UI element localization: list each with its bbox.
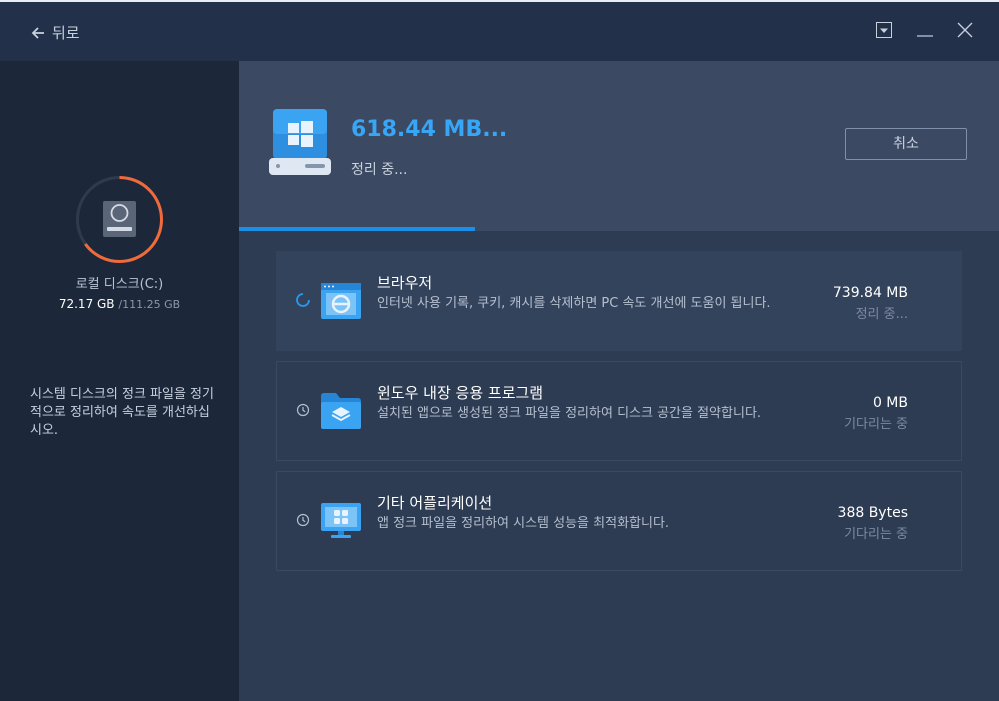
item-status: 기다리는 중: [844, 527, 908, 542]
back-button[interactable]: 뒤로: [30, 22, 80, 43]
cleanup-item-windows-apps: 윈도우 내장 응용 프로그램 설치된 앱으로 생성된 정크 파일을 정리하여 디…: [276, 361, 962, 461]
item-title: 브라우저: [377, 274, 433, 292]
item-size: 739.84 MB: [832, 285, 908, 301]
browser-icon: [321, 283, 361, 323]
item-size: 388 Bytes: [837, 505, 908, 521]
disk-capacity: 72.17 GB /111.25 GB: [0, 297, 239, 311]
disk-total: /111.25 GB: [118, 298, 181, 311]
progress-bar: [239, 227, 999, 231]
disk-name: 로컬 디스크(C:): [75, 277, 164, 292]
windows-apps-folder-icon: [321, 393, 361, 433]
sidebar: 로컬 디스크(C:) 72.17 GB /111.25 GB 시스템 디스크의 …: [0, 61, 239, 701]
item-title: 윈도우 내장 응용 프로그램: [377, 384, 544, 402]
hard-disk-icon: [103, 201, 136, 237]
cleaned-size: 618.44 MB...: [351, 117, 508, 142]
cleaning-header: 618.44 MB... 정리 중... 취소: [239, 61, 999, 231]
main-panel: 618.44 MB... 정리 중... 취소 브라우저 인터넷 사용 기록, …: [239, 61, 999, 701]
sidebar-description: 시스템 디스크의 정크 파일을 정기적으로 정리하여 속도를 개선하십시오.: [30, 387, 214, 438]
item-description: 인터넷 사용 기록, 쿠키, 캐시를 삭제하면 PC 속도 개선에 도움이 됩니…: [377, 296, 771, 311]
close-icon: [957, 22, 973, 38]
item-title: 기타 어플리케이션: [377, 494, 493, 512]
title-bar: 뒤로: [0, 2, 999, 61]
minimize-icon: [917, 35, 933, 37]
disk-used: 72.17 GB: [58, 297, 115, 311]
loading-spinner-icon: [296, 292, 310, 307]
clock-icon: [296, 402, 310, 417]
dropdown-box-icon: [876, 22, 892, 38]
back-label: 뒤로: [52, 24, 80, 42]
item-description: 설치된 앱으로 생성된 정크 파일을 정리하여 디스크 공간을 절약합니다.: [377, 406, 762, 421]
cleaning-status: 정리 중...: [351, 162, 408, 178]
item-size: 0 MB: [872, 395, 908, 411]
item-status: 기다리는 중: [844, 417, 908, 432]
item-description: 앱 정크 파일을 정리하여 시스템 성능을 최적화합니다.: [377, 516, 670, 531]
cleanup-item-browser: 브라우저 인터넷 사용 기록, 쿠키, 캐시를 삭제하면 PC 속도 개선에 도…: [276, 251, 962, 351]
other-apps-icon: [321, 503, 361, 543]
arrow-left-icon: [31, 26, 44, 39]
disk-usage-ring: [75, 175, 164, 264]
close-button[interactable]: [957, 22, 973, 38]
cleanup-item-other-apps: 기타 어플리케이션 앱 정크 파일을 정리하여 시스템 성능을 최적화합니다. …: [276, 471, 962, 571]
cancel-button[interactable]: 취소: [845, 128, 967, 160]
clock-icon: [296, 512, 310, 527]
progress-fill: [239, 227, 475, 231]
item-status: 정리 중...: [855, 307, 908, 322]
windows-drive-icon: [269, 109, 331, 181]
menu-dropdown-button[interactable]: [876, 22, 892, 38]
minimize-button[interactable]: [917, 22, 933, 38]
